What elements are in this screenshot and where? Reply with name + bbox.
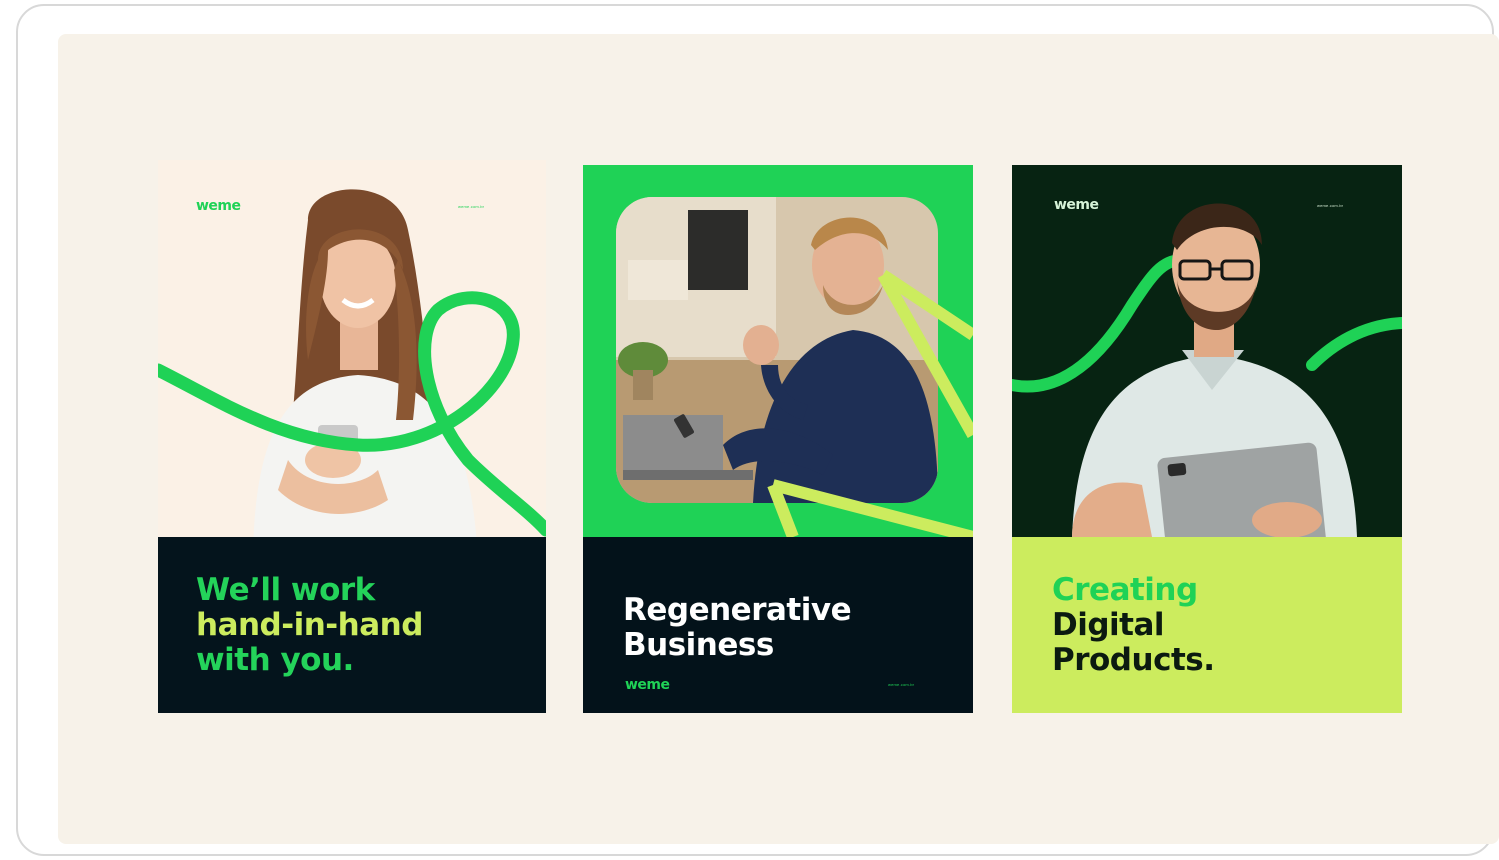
headline-line-3: Products. (1052, 642, 1215, 678)
image-frame: weme weme.com.br We’ll work hand-in-hand… (16, 4, 1499, 856)
poster-photo (158, 160, 546, 566)
poster-photo (1012, 165, 1402, 537)
headline-line-1: Regenerative (623, 592, 852, 628)
poster-man-laptop: Regenerative Business weme weme.com.br (583, 165, 973, 713)
poster-text-panel: Creating Digital Products. (1012, 537, 1402, 713)
weme-logo: weme (1054, 197, 1099, 213)
poster-man-tablet: weme weme.com.br Creating Digital Produc… (1012, 165, 1402, 713)
poster-headline: We’ll work hand-in-hand with you. (196, 573, 423, 678)
headline-line-1: We’ll work (196, 572, 375, 608)
weme-logo: weme (196, 198, 241, 214)
headline-line-3: with you. (196, 642, 354, 678)
weme-logo: weme (625, 677, 670, 693)
poster-url: weme.com.br (458, 204, 485, 209)
headline-line-2: Business (623, 627, 774, 663)
poster-url: weme.com.br (1317, 203, 1344, 208)
man-tablet-photo-illustration (1012, 165, 1402, 537)
poster-text-panel: Regenerative Business weme weme.com.br (583, 537, 973, 713)
poster-photo (583, 165, 973, 537)
woman-photo-illustration (158, 160, 546, 566)
man-laptop-photo-illustration (583, 165, 973, 537)
poster-headline: Regenerative Business (623, 592, 852, 663)
poster-headline: Creating Digital Products. (1052, 573, 1215, 678)
headline-line-2: hand-in-hand (196, 607, 423, 643)
headline-line-2: Digital (1052, 607, 1165, 643)
headline-line-1: Creating (1052, 572, 1198, 608)
poster-woman-phone: weme weme.com.br We’ll work hand-in-hand… (158, 160, 546, 713)
mockup-canvas: weme weme.com.br We’ll work hand-in-hand… (58, 34, 1499, 844)
poster-url: weme.com.br (888, 682, 915, 687)
poster-text-panel: We’ll work hand-in-hand with you. (158, 537, 546, 713)
